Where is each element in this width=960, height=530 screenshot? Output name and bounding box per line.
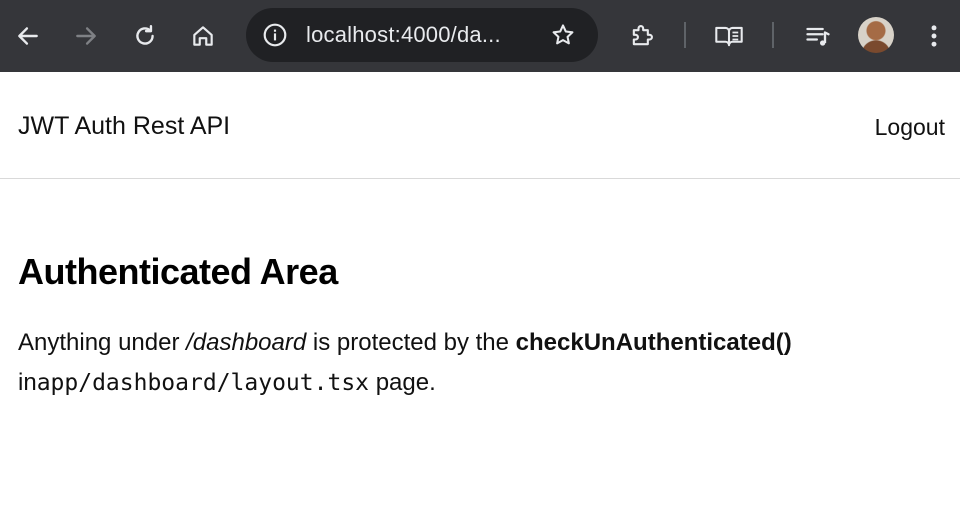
- page-title: Authenticated Area: [18, 251, 338, 292]
- toolbar-divider: [684, 22, 686, 48]
- browser-toolbar: localhost:4000/da...: [0, 0, 960, 72]
- media-controls-button[interactable]: [796, 14, 840, 58]
- description-paragraph: Anything under /dashboard is protected b…: [18, 323, 942, 403]
- text-segment: Anything under: [18, 329, 187, 356]
- file-path: app/dashboard/layout.tsx: [36, 370, 370, 396]
- puzzle-icon: [632, 25, 653, 46]
- profile-avatar[interactable]: [858, 17, 894, 53]
- back-button[interactable]: [6, 14, 50, 58]
- text-segment: page.: [369, 369, 436, 396]
- book-icon: [715, 26, 743, 47]
- arrow-left-icon: [18, 27, 38, 45]
- url-text[interactable]: localhost:4000/da...: [306, 22, 501, 48]
- kebab-menu-icon: [931, 25, 937, 47]
- arrow-right-icon: [76, 27, 96, 45]
- home-icon: [193, 26, 213, 46]
- logout-link[interactable]: Logout: [875, 114, 945, 141]
- toolbar-divider: [772, 22, 774, 48]
- bookmark-button[interactable]: [548, 20, 578, 50]
- address-bar[interactable]: localhost:4000/da...: [246, 8, 598, 62]
- playlist-icon: [806, 27, 830, 46]
- extensions-button[interactable]: [620, 14, 664, 58]
- app-navbar: JWT Auth Rest API Logout: [0, 72, 960, 179]
- reload-icon: [136, 25, 154, 45]
- browser-menu-button[interactable]: [912, 14, 956, 58]
- home-button[interactable]: [181, 14, 225, 58]
- reload-button[interactable]: [123, 14, 167, 58]
- route-path: /dashboard: [186, 329, 307, 356]
- text-segment: is protected by the: [306, 329, 516, 356]
- forward-button[interactable]: [64, 14, 108, 58]
- text-segment: in: [18, 369, 37, 396]
- function-name: checkUnAuthenticated(): [515, 329, 792, 356]
- main-content: Authenticated Area Anything under /dashb…: [0, 251, 960, 403]
- info-icon: [263, 23, 287, 47]
- reading-mode-button[interactable]: [707, 14, 751, 58]
- site-info-button[interactable]: [258, 18, 292, 52]
- brand-title[interactable]: JWT Auth Rest API: [18, 112, 230, 141]
- star-icon: [552, 24, 574, 45]
